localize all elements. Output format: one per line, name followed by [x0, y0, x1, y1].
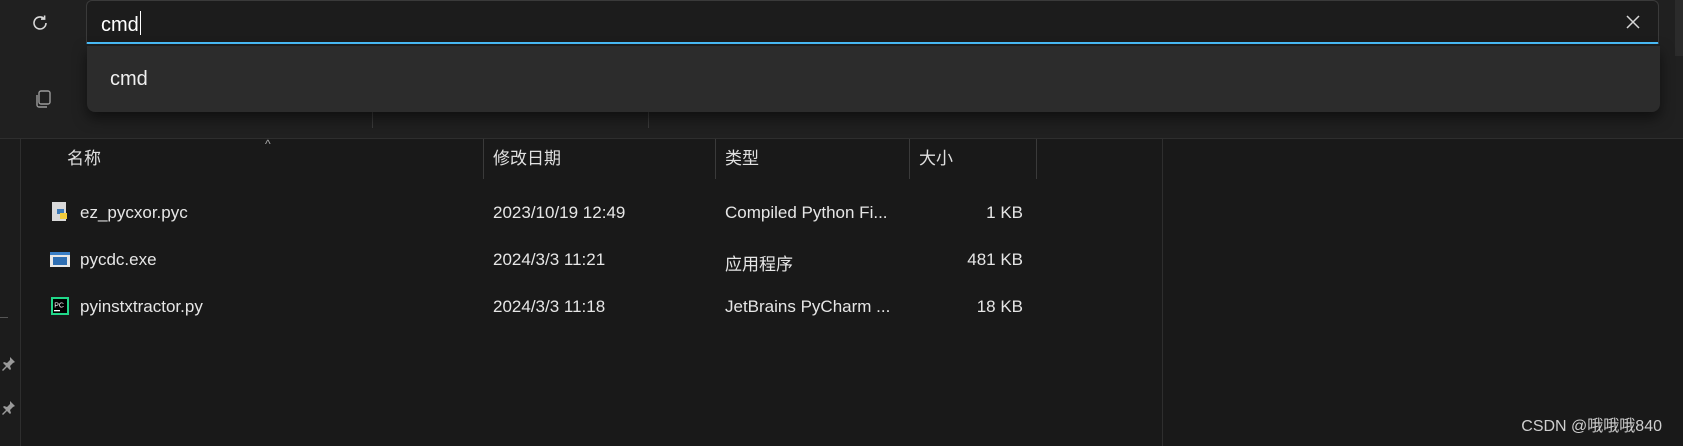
file-modified: 2024/3/3 11:21 [493, 250, 606, 269]
file-type: JetBrains PyCharm ... [725, 297, 891, 316]
clear-button[interactable] [1620, 9, 1646, 35]
file-size: 1 KB [986, 203, 1023, 222]
copy-icon [36, 90, 51, 108]
file-row[interactable]: pycdc.exe 2024/3/3 11:21 应用程序 481 KB [21, 238, 1162, 282]
address-bar[interactable]: cmd [86, 0, 1659, 44]
svg-text:PC: PC [54, 303, 64, 310]
file-modified: 2023/10/19 12:49 [493, 203, 626, 222]
pin-icon[interactable] [0, 356, 16, 372]
file-list: ^ 名称 修改日期 类型 大小 ez_pycxor.pyc 2023/10/19… [21, 137, 1162, 446]
column-separator[interactable] [1036, 139, 1037, 179]
suggestion-item[interactable]: cmd [110, 68, 148, 91]
column-separator[interactable] [483, 139, 484, 179]
watermark: CSDN @哦哦哦840 [1521, 418, 1662, 435]
file-size: 481 KB [967, 250, 1023, 269]
file-name: pyinstxtractor.py [80, 297, 203, 316]
file-size: 18 KB [976, 297, 1023, 316]
file-row[interactable]: ez_pycxor.pyc 2023/10/19 12:49 Compiled … [21, 191, 1162, 235]
file-type: Compiled Python Fi... [725, 203, 888, 222]
address-input[interactable]: cmd [101, 11, 141, 37]
close-icon [1626, 15, 1640, 29]
text-caret [139, 11, 141, 35]
column-header-name[interactable]: 名称 [67, 139, 101, 179]
details-pane: CSDN @哦哦哦840 [1162, 139, 1683, 446]
exe-icon [50, 252, 70, 267]
file-name: ez_pycxor.pyc [80, 203, 188, 222]
column-separator[interactable] [909, 139, 910, 179]
window-edge [1675, 0, 1683, 56]
pycharm-icon: PC [51, 297, 69, 315]
sort-ascending-icon: ^ [265, 137, 271, 151]
file-row[interactable]: PC pyinstxtractor.py 2024/3/3 11:18 JetB… [21, 285, 1162, 329]
column-header-modified[interactable]: 修改日期 [493, 139, 561, 179]
column-header-size[interactable]: 大小 [919, 139, 953, 179]
suggestion-dropdown: cmd [87, 46, 1660, 112]
column-separator[interactable] [715, 139, 716, 179]
file-type: 应用程序 [725, 255, 793, 274]
copy-button[interactable] [28, 84, 58, 114]
refresh-icon [33, 15, 47, 30]
navigation-pane [0, 139, 21, 446]
divider [0, 317, 8, 318]
python-compiled-icon [52, 202, 67, 221]
refresh-button[interactable] [26, 9, 54, 37]
pin-icon[interactable] [0, 400, 16, 416]
file-modified: 2024/3/3 11:18 [493, 297, 606, 316]
column-header-type[interactable]: 类型 [725, 139, 759, 179]
file-name: pycdc.exe [80, 250, 157, 269]
